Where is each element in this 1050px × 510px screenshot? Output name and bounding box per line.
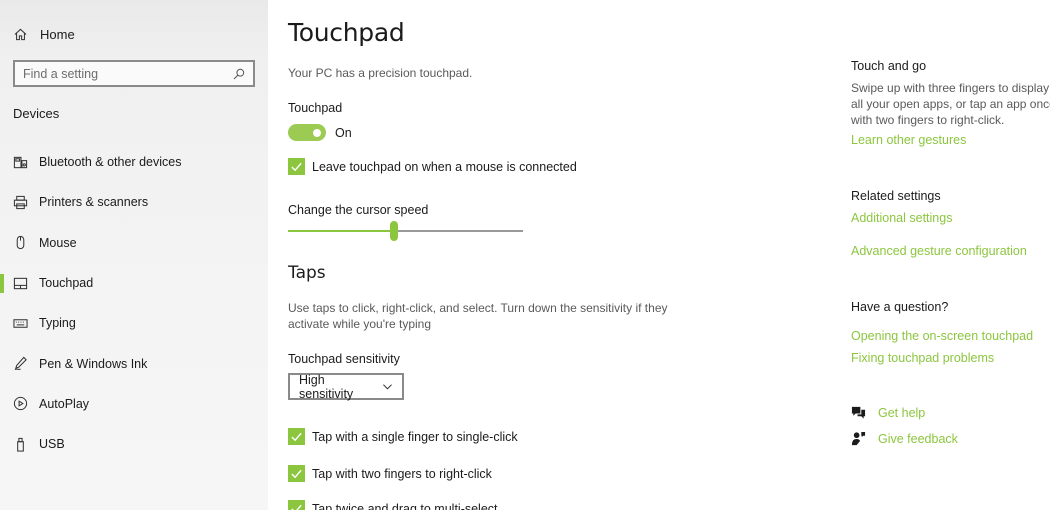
sidebar: Home Devices Bluetooth & other devices P…: [0, 0, 268, 510]
checkmark-icon: [291, 469, 302, 479]
sidebar-nav: Bluetooth & other devices Printers & sca…: [0, 142, 268, 464]
learn-gestures-link[interactable]: Learn other gestures: [851, 133, 966, 147]
touchpad-toggle-label: Touchpad: [288, 101, 343, 115]
touch-text-line: with two fingers to right-click.: [851, 113, 1005, 127]
leave-on-checkbox-row[interactable]: Leave touchpad on when a mouse is connec…: [288, 158, 577, 175]
touch-and-go-text: Swipe up with three fingers to display a…: [851, 80, 1050, 128]
sidebar-item-label: Bluetooth & other devices: [39, 155, 182, 170]
sidebar-item-label: AutoPlay: [39, 396, 90, 411]
give-feedback-label: Give feedback: [878, 431, 958, 446]
tap-single-label: Tap with a single finger to single-click: [312, 429, 518, 444]
get-help-link[interactable]: Get help: [851, 405, 925, 420]
precision-text: Your PC has a precision touchpad.: [288, 66, 473, 80]
home-icon: [14, 28, 27, 40]
bluetooth-devices-icon: [12, 154, 28, 170]
chevron-down-icon: [383, 384, 392, 390]
tap-two-checkbox[interactable]: [288, 465, 305, 482]
keyboard-icon: [12, 315, 28, 331]
sidebar-item-label: USB: [39, 437, 65, 452]
leave-on-checkbox[interactable]: [288, 158, 305, 175]
mouse-icon: [12, 235, 28, 251]
sidebar-item-label: Typing: [39, 316, 76, 331]
tap-two-label: Tap with two fingers to right-click: [312, 466, 492, 481]
leave-on-label: Leave touchpad on when a mouse is connec…: [312, 159, 577, 174]
right-panel: Touch and go Swipe up with three fingers…: [851, 0, 1050, 510]
search-input[interactable]: [23, 66, 233, 81]
checkmark-icon: [291, 162, 302, 172]
autoplay-icon: [12, 396, 28, 412]
sidebar-item-mouse[interactable]: Mouse: [0, 223, 268, 263]
sidebar-item-autoplay[interactable]: AutoPlay: [0, 384, 268, 424]
section-title: Devices: [13, 106, 60, 121]
cursor-speed-label: Change the cursor speed: [288, 203, 429, 217]
sensitivity-value: High sensitivity: [299, 372, 354, 401]
give-feedback-link[interactable]: Give feedback: [851, 431, 958, 446]
taps-description: Use taps to click, right-click, and sele…: [288, 301, 668, 331]
printer-icon: [12, 194, 28, 210]
slider-fill: [288, 230, 394, 232]
sidebar-item-label: Printers & scanners: [39, 195, 149, 210]
checkmark-icon: [291, 432, 302, 442]
sidebar-item-pen[interactable]: Pen & Windows Ink: [0, 343, 268, 383]
additional-settings-link[interactable]: Additional settings: [851, 211, 952, 225]
sidebar-item-bluetooth[interactable]: Bluetooth & other devices: [0, 142, 268, 182]
pen-icon: [12, 356, 28, 372]
tap-twice-checkbox[interactable]: [288, 500, 305, 510]
tap-twice-checkbox-row[interactable]: Tap twice and drag to multi-select: [288, 500, 498, 510]
get-help-label: Get help: [878, 405, 926, 420]
tap-single-checkbox-row[interactable]: Tap with a single finger to single-click: [288, 428, 518, 445]
search-icon[interactable]: [233, 68, 245, 80]
cursor-speed-slider[interactable]: [288, 221, 523, 241]
sidebar-item-typing[interactable]: Typing: [0, 303, 268, 343]
main-content: Touchpad Your PC has a precision touchpa…: [288, 0, 828, 510]
feedback-person-icon: [851, 431, 866, 446]
opening-touchpad-link[interactable]: Opening the on-screen touchpad: [851, 329, 1033, 343]
home-nav-item[interactable]: Home: [13, 24, 75, 44]
slider-thumb[interactable]: [390, 221, 398, 241]
sidebar-item-label: Pen & Windows Ink: [39, 356, 148, 371]
sidebar-item-label: Touchpad: [39, 276, 94, 291]
search-box[interactable]: [13, 60, 255, 87]
usb-icon: [12, 436, 28, 452]
touch-and-go-heading: Touch and go: [851, 59, 927, 73]
toggle-state-label: On: [335, 126, 352, 140]
advanced-gesture-link[interactable]: Advanced gesture configuration: [851, 244, 1027, 258]
chat-help-icon: [851, 406, 866, 419]
tap-twice-label: Tap twice and drag to multi-select: [312, 501, 498, 510]
sidebar-item-label: Mouse: [39, 235, 77, 250]
page-title: Touchpad: [288, 18, 405, 47]
home-label: Home: [40, 26, 75, 42]
question-heading: Have a question?: [851, 300, 949, 314]
taps-heading: Taps: [288, 263, 326, 283]
touchpad-toggle[interactable]: [288, 124, 326, 141]
sensitivity-dropdown[interactable]: High sensitivity: [288, 372, 404, 401]
sidebar-item-touchpad[interactable]: Touchpad: [0, 263, 268, 303]
tap-single-checkbox[interactable]: [288, 428, 305, 445]
checkmark-icon: [291, 504, 302, 510]
touch-text-line: Swipe up with three fingers to display: [851, 81, 1050, 95]
sidebar-item-usb[interactable]: USB: [0, 424, 268, 464]
tap-two-checkbox-row[interactable]: Tap with two fingers to right-click: [288, 465, 492, 482]
fixing-touchpad-link[interactable]: Fixing touchpad problems: [851, 351, 994, 365]
sensitivity-label: Touchpad sensitivity: [288, 352, 400, 366]
touch-text-line: all your open apps, or tap an app once: [851, 97, 1050, 111]
sidebar-item-printers[interactable]: Printers & scanners: [0, 182, 268, 222]
touchpad-icon: [12, 275, 28, 291]
related-settings-heading: Related settings: [851, 189, 941, 203]
